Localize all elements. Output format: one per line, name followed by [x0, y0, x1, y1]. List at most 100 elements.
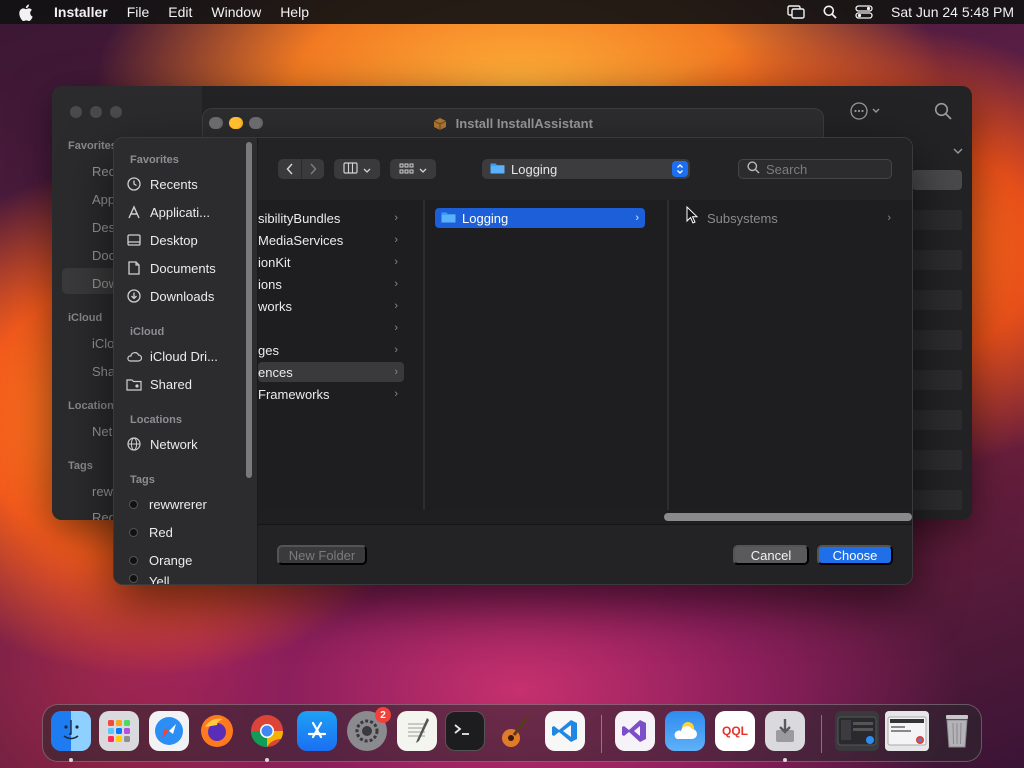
- finder-close-button[interactable]: [70, 106, 82, 118]
- table-row[interactable]: [912, 490, 962, 510]
- menu-help[interactable]: Help: [280, 4, 309, 20]
- finder-item[interactable]: App: [92, 192, 115, 207]
- safari-icon[interactable]: [149, 711, 189, 751]
- finder-item[interactable]: Doc: [92, 248, 115, 263]
- list-item-selected-parent[interactable]: ences ›: [258, 362, 404, 382]
- table-row[interactable]: [912, 410, 962, 430]
- location-popup[interactable]: Logging: [482, 159, 690, 179]
- sidebar-item-documents[interactable]: Documents: [126, 256, 246, 280]
- list-item[interactable]: ›: [258, 318, 404, 338]
- sidebar-item-network[interactable]: Network: [126, 432, 246, 456]
- sidebar-item-recents[interactable]: Recents: [126, 172, 246, 196]
- finder-item[interactable]: rew: [92, 484, 113, 499]
- apple-icon[interactable]: [18, 4, 34, 21]
- finder-icon[interactable]: [51, 711, 91, 751]
- table-row[interactable]: [912, 170, 962, 190]
- menu-window[interactable]: Window: [211, 4, 261, 20]
- choose-button[interactable]: Choose: [817, 545, 893, 565]
- finder-minimize-button[interactable]: [90, 106, 102, 118]
- sidebar-scrollbar[interactable]: [246, 142, 252, 478]
- trash-icon[interactable]: [937, 711, 977, 751]
- dialog-zoom-button[interactable]: [249, 117, 261, 129]
- list-item-logging[interactable]: Logging ›: [435, 208, 645, 228]
- dialog-close-button[interactable]: [209, 117, 221, 129]
- table-row[interactable]: [912, 390, 962, 410]
- list-item[interactable]: works ›: [258, 296, 404, 316]
- installer-icon[interactable]: [765, 711, 805, 751]
- table-row[interactable]: [912, 370, 962, 390]
- list-item[interactable]: ionKit ›: [258, 252, 404, 272]
- sidebar-tag-orange[interactable]: Orange: [126, 548, 246, 572]
- table-row[interactable]: [912, 270, 962, 290]
- dialog-minimize-button[interactable]: [229, 117, 241, 129]
- sidebar-tag-red[interactable]: Red: [126, 520, 246, 544]
- finder-item[interactable]: iClo: [92, 336, 114, 351]
- chrome-icon[interactable]: [247, 711, 287, 751]
- view-mode-button[interactable]: [334, 159, 380, 179]
- screen-mirroring-icon[interactable]: [787, 5, 805, 19]
- column-resize-handle[interactable]: [410, 200, 424, 510]
- finder-item[interactable]: Rec: [92, 164, 115, 179]
- table-row[interactable]: [912, 210, 962, 230]
- list-item[interactable]: ions ›: [258, 274, 404, 294]
- sidebar-tag-yellow[interactable]: Yell: [126, 574, 246, 584]
- list-item[interactable]: sibilityBundles ›: [258, 208, 404, 228]
- textedit-icon[interactable]: [397, 711, 437, 751]
- table-row[interactable]: [912, 190, 962, 210]
- terminal-icon[interactable]: [445, 711, 485, 751]
- column-resize-handle[interactable]: [654, 200, 668, 510]
- search-field[interactable]: [738, 159, 892, 179]
- menu-clock[interactable]: Sat Jun 24 5:48 PM: [891, 4, 1014, 20]
- finder-zoom-button[interactable]: [110, 106, 122, 118]
- visual-studio-icon[interactable]: [615, 711, 655, 751]
- column-resize-handle[interactable]: [900, 200, 912, 510]
- back-button[interactable]: [279, 159, 301, 179]
- finder-item[interactable]: Net: [92, 424, 112, 439]
- control-center-icon[interactable]: [855, 5, 873, 19]
- list-item-subsystems[interactable]: Subsystems ›: [689, 208, 897, 228]
- app-store-icon[interactable]: [297, 711, 337, 751]
- sidebar-item-shared[interactable]: Shared: [126, 372, 246, 396]
- vscode-icon[interactable]: [545, 711, 585, 751]
- table-row[interactable]: [912, 450, 962, 470]
- table-row[interactable]: [912, 430, 962, 450]
- minimized-window-thumbnail[interactable]: [885, 711, 929, 751]
- forward-button[interactable]: [301, 159, 323, 179]
- sidebar-item-downloads[interactable]: Downloads: [126, 284, 246, 308]
- weather-icon[interactable]: [665, 711, 705, 751]
- sidebar-item-icloud-drive[interactable]: iCloud Dri...: [126, 344, 246, 368]
- sidebar-item-applications[interactable]: Applicati...: [126, 200, 246, 224]
- finder-item[interactable]: Des: [92, 220, 115, 235]
- table-row[interactable]: [912, 310, 962, 330]
- search-input[interactable]: [766, 161, 884, 177]
- table-row[interactable]: [912, 250, 962, 270]
- cancel-button[interactable]: Cancel: [733, 545, 809, 565]
- group-by-button[interactable]: [390, 159, 436, 179]
- table-row[interactable]: [912, 330, 962, 350]
- minimized-window-thumbnail[interactable]: [835, 711, 879, 751]
- list-item[interactable]: MediaServices ›: [258, 230, 404, 250]
- sidebar-tag-rewwrerer[interactable]: rewwrerer: [126, 492, 246, 516]
- list-item[interactable]: Frameworks ›: [258, 384, 404, 404]
- table-row[interactable]: [912, 290, 962, 310]
- settings-icon[interactable]: 2: [347, 707, 391, 751]
- finder-chevron-down-icon[interactable]: [952, 144, 964, 159]
- table-row[interactable]: [912, 350, 962, 370]
- guitar-icon[interactable]: [495, 711, 535, 751]
- menu-app-name[interactable]: Installer: [54, 4, 108, 20]
- firefox-icon[interactable]: [197, 711, 237, 751]
- table-row[interactable]: [912, 470, 962, 490]
- list-item[interactable]: ges ›: [258, 340, 404, 360]
- spotlight-search-icon[interactable]: [823, 5, 837, 19]
- menu-file[interactable]: File: [127, 4, 150, 20]
- qql-icon[interactable]: QQL: [715, 711, 755, 751]
- table-row[interactable]: [912, 230, 962, 250]
- sidebar-item-desktop[interactable]: Desktop: [126, 228, 246, 252]
- finder-item[interactable]: Sha: [92, 364, 115, 379]
- finder-more-icon[interactable]: [850, 102, 882, 123]
- menu-edit[interactable]: Edit: [168, 4, 192, 20]
- new-folder-button[interactable]: New Folder: [277, 545, 367, 565]
- finder-search-icon[interactable]: [934, 102, 952, 123]
- launchpad-icon[interactable]: [99, 711, 139, 751]
- horizontal-scrollbar[interactable]: [664, 513, 912, 521]
